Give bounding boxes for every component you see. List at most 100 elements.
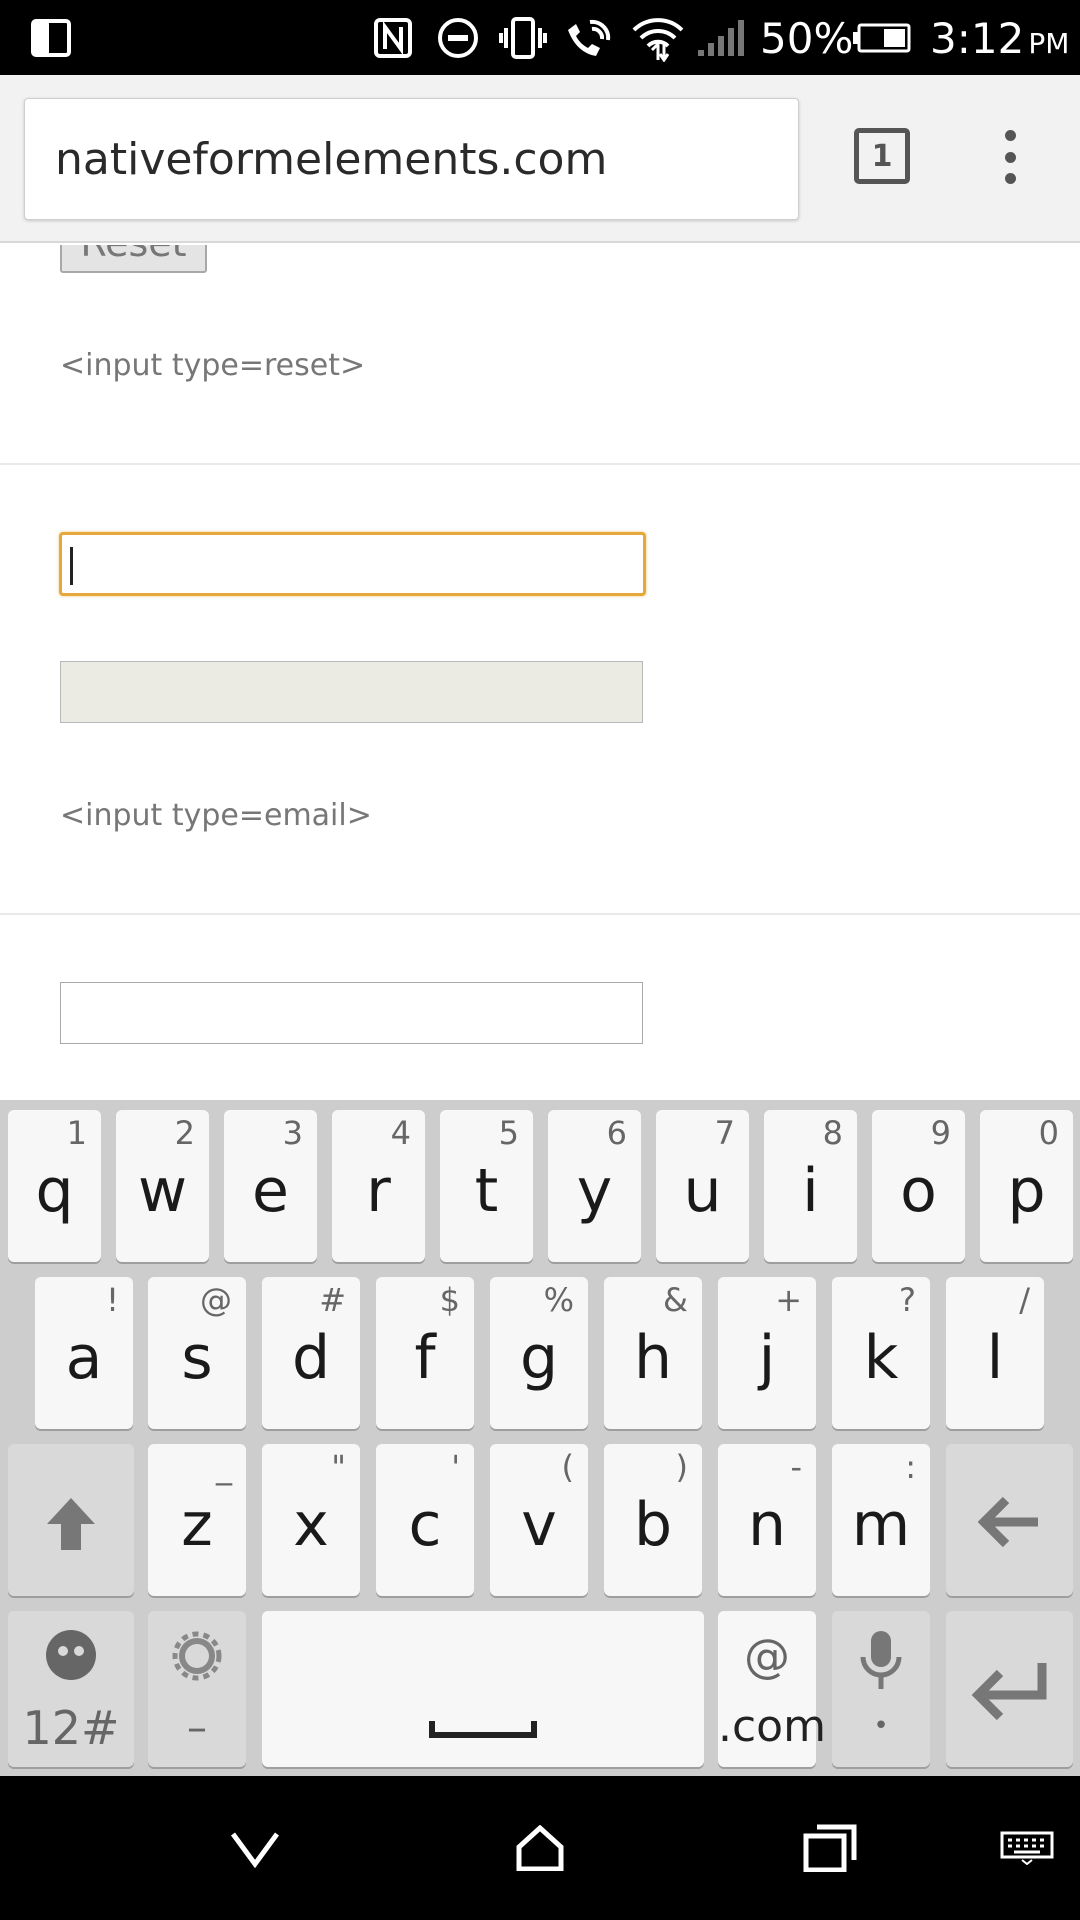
key-p[interactable]: 0p [980, 1110, 1073, 1262]
key-hint: 2 [174, 1114, 195, 1152]
key-label: n [747, 1490, 787, 1560]
key-hint: / [1019, 1281, 1030, 1319]
menu-dot-icon [1004, 151, 1016, 163]
soft-keyboard: 1q 2w 3e 4r 5t 6y 7u 8i 9o 0p ! a @ s # d $… [0, 1100, 1080, 1776]
key-label: t [474, 1156, 499, 1226]
key-c[interactable]: ' c [376, 1444, 474, 1596]
wifi-icon [630, 0, 686, 75]
key-l[interactable]: / l [946, 1277, 1044, 1429]
menu-dot-icon [1004, 130, 1016, 141]
backspace-arrow-icon [946, 1494, 1073, 1550]
key-hint: 9 [930, 1114, 951, 1152]
key-a[interactable]: ! a [35, 1277, 133, 1429]
key-f[interactable]: $ f [376, 1277, 474, 1429]
email-caption: <input type=email> [60, 798, 372, 833]
emoji-icon [8, 1629, 134, 1681]
key-t[interactable]: 5t [440, 1110, 533, 1262]
menu-dot-icon [1004, 173, 1016, 184]
dotcom-key[interactable]: @ .com [718, 1611, 826, 1767]
home-icon [516, 1825, 564, 1871]
email-input-disabled [60, 661, 643, 723]
key-z[interactable]: _ z [148, 1444, 246, 1596]
overflow-menu-button[interactable] [990, 120, 1030, 194]
key-v[interactable]: (v [490, 1444, 588, 1596]
key-label: i [802, 1156, 819, 1226]
clock-ampm: PM [1028, 27, 1070, 60]
home-button[interactable] [505, 1776, 575, 1920]
key-hint: 0 [1038, 1114, 1059, 1152]
key-o[interactable]: 9o [872, 1110, 965, 1262]
key-hint: $ [439, 1281, 460, 1319]
keyboard-switch-button[interactable] [995, 1776, 1059, 1920]
mic-sub-label: • [873, 1711, 889, 1741]
space-bar-icon [262, 1721, 704, 1739]
key-y[interactable]: 6y [548, 1110, 641, 1262]
key-hint: 3 [282, 1114, 303, 1152]
at-symbol-label: @ [744, 1629, 790, 1683]
key-n[interactable]: -n [718, 1444, 816, 1596]
shift-key[interactable] [8, 1444, 134, 1596]
key-hint: # [319, 1281, 346, 1319]
reset-caption: <input type=reset> [60, 348, 366, 383]
key-e[interactable]: 3e [224, 1110, 317, 1262]
recent-apps-button[interactable] [795, 1776, 865, 1920]
key-label: b [633, 1490, 673, 1560]
key-w[interactable]: 2w [116, 1110, 209, 1262]
key-k[interactable]: ? k [832, 1277, 930, 1429]
url-text: nativeformelements.com [55, 134, 608, 185]
key-i[interactable]: 8i [764, 1110, 857, 1262]
key-hint: & [663, 1281, 688, 1319]
key-label: u [683, 1156, 722, 1226]
key-label: l [986, 1323, 1004, 1393]
signal-icon [696, 0, 746, 75]
key-hint: @ [200, 1281, 232, 1319]
key-hint: + [775, 1281, 802, 1319]
backspace-key[interactable] [946, 1444, 1073, 1596]
key-d[interactable]: # d [262, 1277, 360, 1429]
key-label: f [414, 1323, 436, 1393]
key-label: h [633, 1323, 673, 1393]
key-hint: % [543, 1281, 574, 1319]
key-r[interactable]: 4r [332, 1110, 425, 1262]
key-s[interactable]: @ s [148, 1277, 246, 1429]
key-label: j [758, 1323, 776, 1393]
symbols-key[interactable]: 12# [8, 1611, 134, 1767]
key-label: o [900, 1156, 937, 1226]
back-button[interactable] [220, 1776, 290, 1920]
tab-switcher-button[interactable]: 1 [854, 128, 910, 184]
key-hint: : [905, 1448, 916, 1486]
key-label: a [65, 1323, 103, 1393]
reset-button[interactable]: Reset [60, 245, 207, 273]
dotcom-label: .com [718, 1701, 826, 1752]
url-bar[interactable]: nativeformelements.com [24, 98, 799, 220]
key-label: m [851, 1490, 911, 1560]
key-x[interactable]: " x [262, 1444, 360, 1596]
key-m[interactable]: :m [832, 1444, 930, 1596]
key-h[interactable]: & h [604, 1277, 702, 1429]
voice-input-key[interactable]: • [832, 1611, 930, 1767]
next-input-field[interactable] [60, 982, 643, 1044]
divider [0, 463, 1080, 465]
key-u[interactable]: 7u [656, 1110, 749, 1262]
key-label: q [35, 1156, 74, 1226]
key-b[interactable]: ) b [604, 1444, 702, 1596]
settings-key[interactable]: – [148, 1611, 246, 1767]
key-hint: ( [561, 1448, 574, 1486]
enter-key[interactable] [946, 1611, 1073, 1767]
tab-count: 1 [871, 138, 893, 174]
status-bar: 50% 3:12 PM [0, 0, 1080, 75]
key-hint: _ [216, 1448, 232, 1486]
keyboard-icon [1000, 1831, 1054, 1865]
space-key[interactable] [262, 1611, 704, 1767]
battery-percent: 50% [760, 14, 854, 63]
key-label: p [1007, 1156, 1046, 1226]
email-input-focused[interactable] [59, 532, 646, 596]
symbols-label: 12# [22, 1701, 120, 1755]
key-q[interactable]: 1q [8, 1110, 101, 1262]
chevron-down-icon [230, 1832, 280, 1868]
key-hint: ! [106, 1281, 119, 1319]
settings-sub-label: – [187, 1705, 207, 1751]
key-j[interactable]: + j [718, 1277, 816, 1429]
key-g[interactable]: % g [490, 1277, 588, 1429]
enter-arrow-icon [946, 1659, 1073, 1721]
